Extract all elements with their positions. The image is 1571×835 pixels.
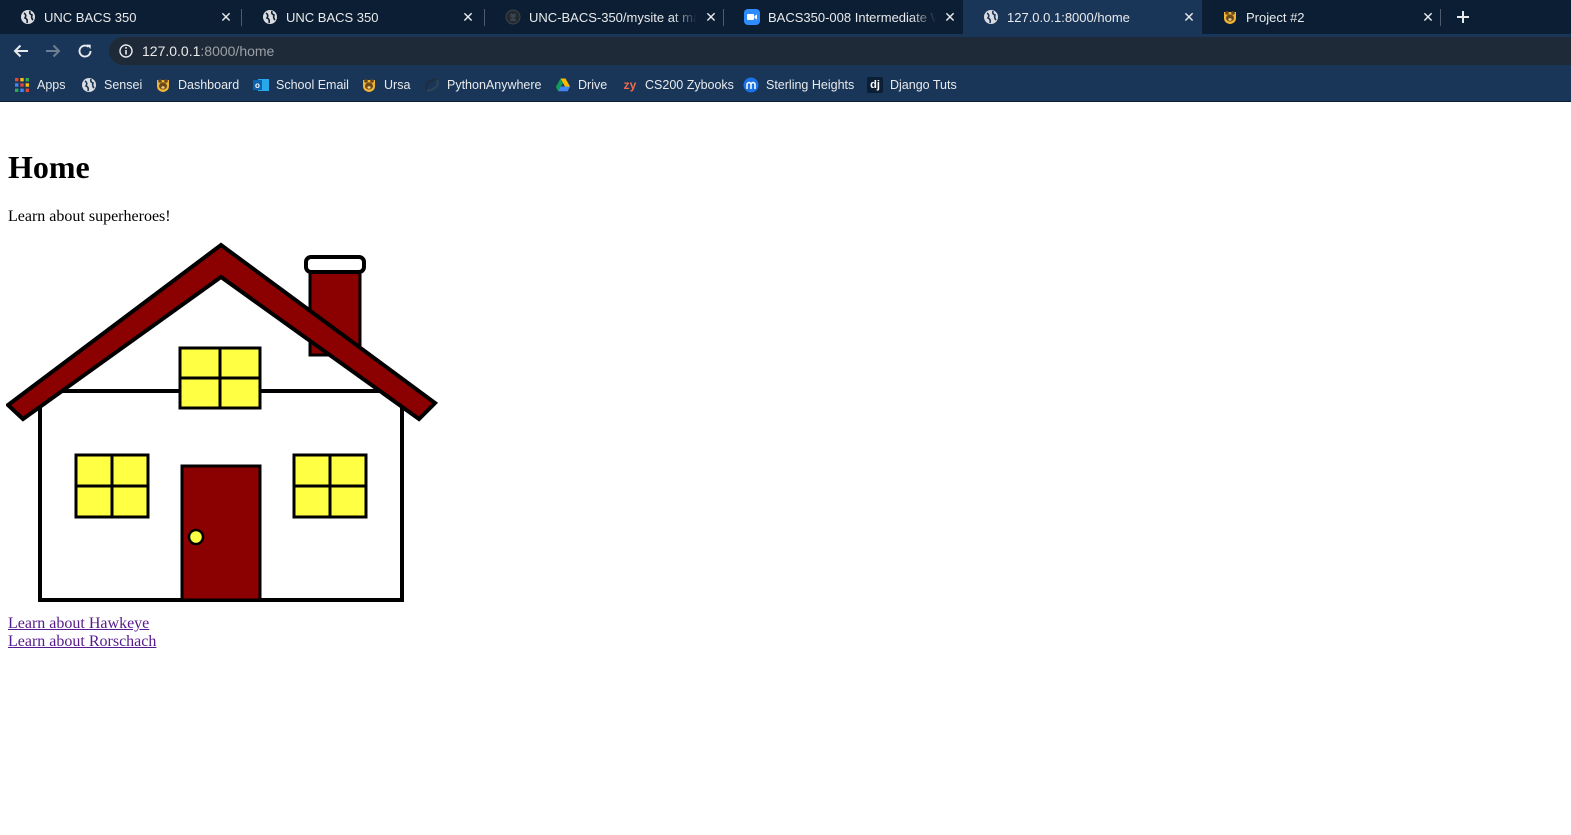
bookmark-label: Dashboard: [178, 78, 240, 92]
tab-title: UNC BACS 350: [286, 9, 379, 25]
new-tab-button[interactable]: [1450, 4, 1476, 30]
forward-arrow-icon: [46, 44, 61, 58]
tab-unc-bacs-350-1[interactable]: UNC BACS 350 ✕: [0, 0, 239, 34]
address-bar[interactable]: 127.0.0.1:8000/home: [109, 37, 1571, 65]
close-icon[interactable]: ✕: [1420, 9, 1436, 25]
python-icon: [424, 77, 440, 93]
apps-grid-icon: [14, 77, 30, 93]
reload-icon: [78, 44, 92, 58]
info-icon[interactable]: [119, 44, 133, 58]
back-arrow-icon: [13, 44, 28, 58]
tab-github-mysite[interactable]: UNC-BACS-350/mysite at master ✕: [485, 0, 724, 34]
zoom-icon: [744, 9, 760, 25]
zybooks-icon: zy: [623, 78, 637, 92]
door-knob: [187, 528, 205, 546]
tab-separator: [1440, 9, 1441, 26]
url-host: 127.0.0.1: [142, 43, 201, 59]
bookmark-dashboard[interactable]: Dashboard: [155, 75, 239, 95]
tab-title: UNC-BACS-350/mysite at master: [529, 9, 697, 25]
bear-crest-icon: [1222, 9, 1238, 25]
tab-project-2[interactable]: Project #2 ✕: [1202, 0, 1441, 34]
bear-crest-icon: [155, 77, 171, 93]
rorschach-link[interactable]: Learn about Rorschach: [8, 633, 156, 651]
close-icon[interactable]: ✕: [460, 9, 476, 25]
drive-icon: [555, 77, 571, 93]
plus-icon: [1457, 11, 1469, 23]
bookmark-label: CS200 Zybooks: [645, 78, 734, 92]
bookmark-cs200-zybooks[interactable]: zy CS200 Zybooks: [622, 75, 734, 95]
page-title: Home: [8, 149, 90, 185]
left-window: [74, 453, 150, 519]
chimney-cap: [304, 255, 366, 274]
page-viewport: Home Learn about superheroes! Learn abou…: [0, 103, 1571, 835]
bookmark-sterling-heights[interactable]: Sterling Heights: [743, 75, 854, 95]
bookmark-label: Django Tuts: [890, 78, 957, 92]
hawkeye-link[interactable]: Learn about Hawkeye: [8, 615, 149, 633]
bookmark-django-tuts[interactable]: dj Django Tuts: [867, 75, 957, 95]
url-path: :8000/home: [200, 43, 275, 59]
tab-title: BACS350-008 Intermediate Web: [768, 9, 936, 25]
tab-localhost-home[interactable]: 127.0.0.1:8000/home ✕: [963, 0, 1202, 34]
bookmark-drive[interactable]: Drive: [555, 75, 607, 95]
tab-unc-bacs-350-2[interactable]: UNC BACS 350 ✕: [242, 0, 481, 34]
tab-title: Project #2: [1246, 9, 1305, 25]
close-icon[interactable]: ✕: [1181, 9, 1197, 25]
bookmark-label: PythonAnywhere: [447, 78, 542, 92]
tab-zoom-meeting[interactable]: BACS350-008 Intermediate Web ✕: [724, 0, 963, 34]
outlook-letter: o: [255, 81, 260, 90]
bookmark-label: School Email: [276, 78, 349, 92]
house-image: [6, 242, 438, 602]
globe-icon: [262, 9, 278, 25]
browser-toolbar: 127.0.0.1:8000/home: [0, 34, 1571, 68]
sterling-icon: [743, 77, 759, 93]
close-icon[interactable]: ✕: [942, 9, 958, 25]
bookmark-apps[interactable]: Apps: [14, 75, 66, 95]
bookmark-label: Sensei: [104, 78, 143, 92]
bookmark-pythonanywhere[interactable]: PythonAnywhere: [424, 75, 542, 95]
globe-icon: [20, 9, 36, 25]
back-button[interactable]: [9, 39, 33, 63]
github-icon: [505, 9, 521, 25]
intro-text: Learn about superheroes!: [8, 208, 171, 225]
django-icon: dj: [867, 77, 883, 93]
bookmark-sensei[interactable]: Sensei: [81, 75, 142, 95]
reload-button[interactable]: [73, 39, 97, 63]
bookmark-label: Drive: [578, 78, 608, 92]
close-icon[interactable]: ✕: [703, 9, 719, 25]
bookmark-label: Sterling Heights: [766, 78, 855, 92]
tab-title: 127.0.0.1:8000/home: [1007, 9, 1130, 25]
tab-strip: UNC BACS 350 ✕ UNC BACS 350 ✕ UNC-BACS-3…: [0, 0, 1571, 34]
outlook-icon: o: [253, 77, 269, 93]
bear-crest-icon: [361, 77, 377, 93]
close-icon[interactable]: ✕: [218, 9, 234, 25]
upper-window: [178, 346, 262, 410]
tab-title: UNC BACS 350: [44, 9, 137, 25]
bookmarks-bar: Apps Sensei Dashboard o School Email Urs…: [0, 68, 1571, 102]
bookmark-label: Apps: [37, 78, 66, 92]
right-window: [292, 453, 368, 519]
globe-icon: [983, 9, 999, 25]
bookmark-label: Ursa: [384, 78, 411, 92]
bookmark-ursa[interactable]: Ursa: [361, 75, 410, 95]
globe-icon: [81, 77, 97, 93]
forward-button[interactable]: [41, 39, 65, 63]
bookmark-school-email[interactable]: o School Email: [253, 75, 349, 95]
